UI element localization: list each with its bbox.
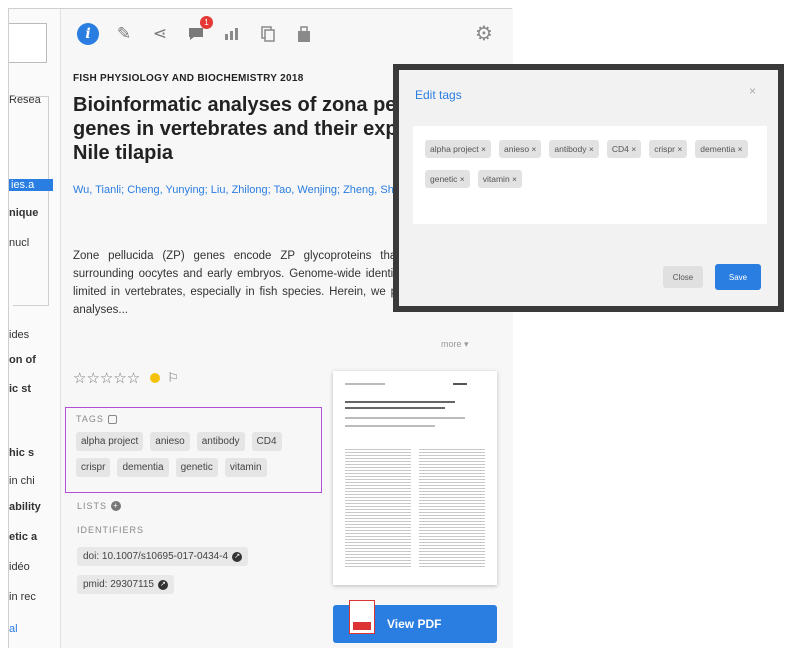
dialog-tag-chip[interactable]: CD4 ×	[606, 140, 642, 158]
tag-chip[interactable]: antibody	[196, 432, 245, 451]
edit-tags-dialog: Edit tags × alpha project × anieso × ant…	[399, 70, 778, 306]
strip-text: idéo	[9, 561, 30, 573]
tag-list: alpha project anieso antibody CD4 crispr…	[76, 432, 316, 477]
strip-text: in rec	[9, 591, 36, 603]
dialog-tag-chip[interactable]: vitamin ×	[477, 170, 522, 188]
dialog-tag-chip[interactable]: dementia ×	[695, 140, 748, 158]
tag-input-area[interactable]: alpha project × anieso × antibody × CD4 …	[413, 126, 767, 224]
strip-text-highlighted[interactable]: ies.a	[9, 179, 53, 191]
strip-text: nique	[9, 207, 39, 219]
bag-icon[interactable]	[293, 23, 315, 45]
thumb-line	[345, 417, 465, 419]
strip-text: etic a	[9, 531, 38, 543]
underlying-input[interactable]	[9, 23, 47, 63]
tag-chip[interactable]: dementia	[117, 458, 169, 477]
thumb-logo	[453, 383, 467, 385]
identifiers-label: IDENTIFIERS	[77, 525, 145, 535]
strip-text: in chi	[9, 475, 35, 487]
thumb-line	[345, 383, 385, 385]
star-rating[interactable]: ☆☆☆☆☆	[73, 369, 140, 387]
lists-section[interactable]: LISTS +	[77, 501, 122, 511]
edit-tags-icon[interactable]	[107, 414, 117, 424]
gear-icon[interactable]: ⚙	[475, 21, 493, 46]
save-button[interactable]: Save	[715, 264, 761, 290]
dialog-tag-list: alpha project × anieso × antibody × CD4 …	[425, 140, 761, 188]
close-button[interactable]: Close	[663, 266, 703, 288]
underlying-page-strip: Resea ies.a nique nucl ides on of ic st …	[9, 9, 61, 648]
external-link-icon[interactable]: ↗	[232, 551, 243, 562]
strip-text: hic s	[9, 447, 35, 459]
dialog-tag-chip[interactable]: anieso ×	[499, 140, 542, 158]
tags-section: TAGS alpha project anieso antibody CD4 c…	[65, 407, 322, 493]
dialog-tag-chip[interactable]: crispr ×	[649, 140, 688, 158]
color-label-icon[interactable]	[150, 373, 161, 383]
tag-chip[interactable]: genetic	[175, 458, 218, 477]
comments-badge: 1	[200, 16, 213, 29]
strip-text: al	[9, 623, 18, 635]
panel-toolbar: i ✎ ⋖ 1	[77, 16, 315, 47]
journal-name: FISH PHYSIOLOGY AND BIOCHEMISTRY 2018	[73, 73, 304, 84]
flag-icon[interactable]: ⚐	[167, 370, 179, 386]
strip-text: ic st	[9, 383, 32, 395]
lists-add-icon[interactable]: +	[111, 501, 122, 511]
tag-chip[interactable]: vitamin	[224, 458, 267, 477]
thumb-title-line	[345, 401, 455, 403]
pdf-thumbnail[interactable]	[333, 371, 497, 585]
doi-identifier[interactable]: doi: 10.1007/s10695-017-0434-4 ↗	[77, 547, 249, 566]
comments-icon[interactable]: 1	[185, 16, 213, 45]
rating-row: ☆☆☆☆☆ ⚐	[73, 369, 179, 387]
dialog-tag-chip[interactable]: genetic ×	[425, 170, 470, 188]
dialog-title: Edit tags	[415, 88, 462, 102]
strip-text: on of	[9, 354, 36, 366]
tag-chip[interactable]: CD4	[251, 432, 282, 451]
thumb-line	[345, 425, 435, 427]
strip-text: ides	[9, 329, 30, 341]
tags-label[interactable]: TAGS	[76, 414, 117, 424]
tag-chip[interactable]: crispr	[76, 458, 111, 477]
copy-icon[interactable]	[257, 23, 279, 45]
edit-tags-dialog-frame: Edit tags × alpha project × anieso × ant…	[393, 64, 784, 312]
share-icon[interactable]: ⋖	[149, 23, 171, 45]
info-icon[interactable]: i	[77, 23, 99, 45]
chart-icon[interactable]	[221, 23, 243, 45]
external-link-icon[interactable]: ↗	[157, 579, 168, 590]
thumb-title-line	[345, 407, 445, 409]
underlying-box	[13, 96, 49, 306]
strip-text: nucl	[9, 237, 30, 249]
more-link[interactable]: more ▾	[441, 339, 469, 350]
view-pdf-button[interactable]: View PDF	[333, 600, 497, 643]
strip-text: ability	[9, 501, 41, 513]
dialog-tag-chip[interactable]: antibody ×	[549, 140, 599, 158]
close-icon[interactable]: ×	[749, 84, 756, 98]
thumb-column	[419, 449, 485, 567]
dialog-tag-chip[interactable]: alpha project ×	[425, 140, 491, 158]
tag-chip[interactable]: alpha project	[76, 432, 144, 451]
pdf-icon	[349, 600, 375, 634]
thumb-column	[345, 449, 411, 567]
edit-icon[interactable]: ✎	[113, 23, 135, 45]
pmid-identifier[interactable]: pmid: 29307115 ↗	[77, 575, 174, 594]
tag-chip[interactable]: anieso	[150, 432, 190, 451]
